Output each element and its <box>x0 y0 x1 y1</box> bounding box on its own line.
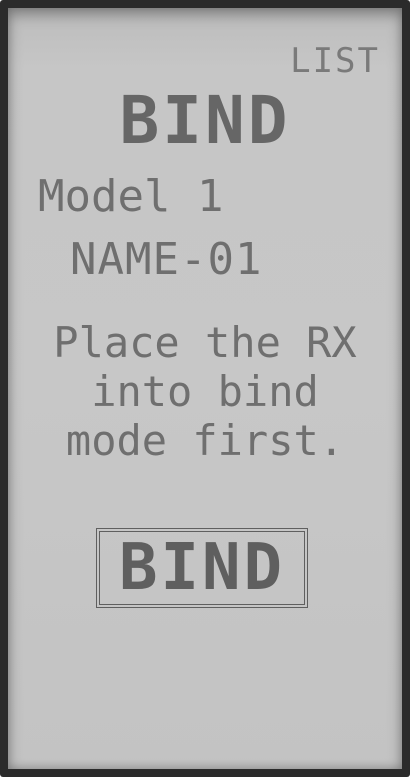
instruction-line-2: into bind <box>91 367 319 416</box>
page-title: BIND <box>119 82 291 159</box>
list-button[interactable]: LIST <box>290 44 380 78</box>
instruction-message: Place the RX into bind mode first. <box>8 318 402 465</box>
bind-button[interactable]: BIND <box>96 528 308 608</box>
bind-button-label: BIND <box>118 531 286 605</box>
instruction-line-1: Place the RX <box>53 318 357 367</box>
model-label: Model 1 <box>38 171 224 222</box>
device-bezel: LIST BIND Model 1 NAME-01 Place the RX i… <box>0 0 410 777</box>
model-name: NAME-01 <box>70 234 263 285</box>
lcd-screen: LIST BIND Model 1 NAME-01 Place the RX i… <box>8 8 402 769</box>
instruction-line-3: mode first. <box>65 416 345 465</box>
